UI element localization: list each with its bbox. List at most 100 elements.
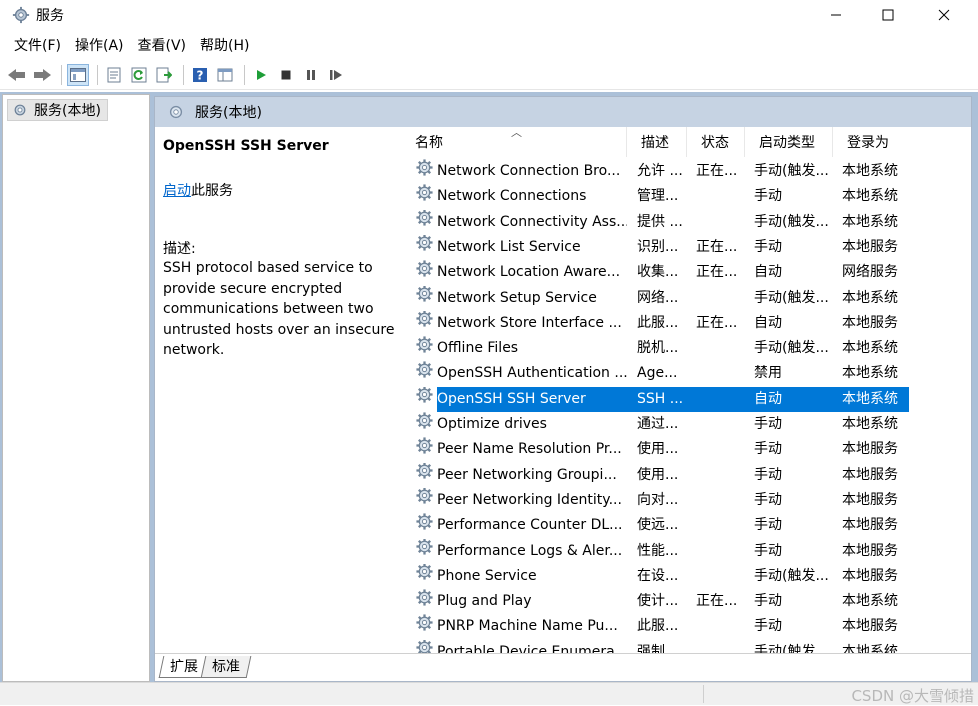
status-bar: CSDN @大雪倾措: [0, 682, 978, 705]
back-arrow-icon[interactable]: [6, 64, 28, 86]
service-row[interactable]: Network Store Interface ... 此服... 正在... 自动 本…: [401, 310, 951, 336]
service-row[interactable]: Optimize drives 通过... 手动 本地系统: [401, 412, 951, 437]
service-row[interactable]: PNRP Machine Name Pu... 此服... 手动 本地服务: [401, 614, 951, 639]
service-row[interactable]: Network Connection Bro... 允许 ... 正在... 手动(触…: [401, 159, 951, 184]
service-row[interactable]: Network Connectivity Ass... 提供 ... 手动(触发..…: [401, 209, 951, 235]
service-startup-cell: 手动: [754, 618, 782, 635]
service-row[interactable]: Network Connections 管理... 手动 本地系统: [401, 184, 951, 209]
service-row[interactable]: Network Setup Service 网络... 手动(触发... 本地系统: [401, 285, 951, 311]
service-logon-cell: 本地系统: [842, 213, 898, 230]
watermark-text: CSDN @大雪倾措: [851, 687, 974, 705]
service-row[interactable]: Portable Device Enumera... 强制... 手动(触发... 本…: [401, 639, 951, 653]
view-tabs: 扩展 标准: [155, 653, 971, 681]
service-row[interactable]: Performance Counter DL... 使远... 手动 本地服务: [401, 513, 951, 538]
service-startup-cell: 自动: [754, 264, 782, 281]
pause-service-icon[interactable]: [300, 64, 322, 86]
service-name-cell: Network Store Interface ...: [415, 310, 627, 336]
service-name-cell: Network Connections: [415, 184, 627, 209]
service-row[interactable]: Network Location Aware... 收集... 正在... 自动 网络服…: [401, 260, 951, 285]
column-header-startup[interactable]: 启动类型: [745, 127, 833, 157]
stop-service-icon[interactable]: [275, 64, 297, 86]
console-tree-icon[interactable]: [67, 63, 89, 86]
service-desc-cell: 此服...: [637, 314, 679, 331]
service-status-cell: [696, 286, 748, 311]
column-header-status[interactable]: 状态: [687, 127, 745, 157]
service-logon-cell: 本地服务: [842, 314, 898, 331]
service-status-cell: [696, 412, 748, 437]
start-service-link[interactable]: 启动: [163, 183, 191, 199]
service-row[interactable]: Performance Logs & Aler... 性能... 手动 本地服务: [401, 538, 951, 564]
service-name-cell: Network List Service: [415, 234, 627, 260]
minimize-button[interactable]: [810, 0, 862, 30]
service-status-cell: [696, 437, 748, 462]
services-list: 名称 ︿ 描述 状态 启动类型 登录为 Network Connection B…: [401, 127, 971, 653]
toolbar-separator: [183, 64, 184, 85]
service-gear-icon: [415, 159, 434, 184]
service-row[interactable]: Network List Service 识别... 正在... 手动 本地服务: [401, 234, 951, 260]
service-name: Network List Service: [437, 238, 581, 255]
service-desc-cell: SSH ...: [637, 390, 684, 407]
service-row[interactable]: Peer Name Resolution Pr... 使用... 手动 本地服务: [401, 437, 951, 462]
column-status-label: 状态: [701, 135, 729, 151]
tree-node-services-local[interactable]: 服务(本地): [7, 99, 108, 121]
gear-icon: [12, 6, 30, 24]
service-logon-cell: 本地服务: [842, 238, 898, 255]
column-header-desc[interactable]: 描述: [627, 127, 687, 157]
service-status-cell: [696, 463, 748, 488]
toolbar-separator: [244, 64, 245, 85]
service-name-cell: Peer Name Resolution Pr...: [415, 437, 627, 462]
service-startup-cell: 手动: [754, 593, 782, 610]
service-name: Optimize drives: [437, 416, 547, 432]
service-status-cell: [696, 184, 748, 209]
service-status-cell: [696, 387, 748, 412]
description-label: 描述:: [163, 241, 196, 257]
service-startup-cell: 手动: [754, 542, 782, 559]
service-gear-icon: [415, 589, 434, 614]
service-gear-icon: [415, 614, 434, 639]
service-logon-cell: 本地服务: [842, 567, 898, 584]
service-row[interactable]: Peer Networking Identity... 向对... 手动 本地服务: [401, 487, 951, 513]
service-row[interactable]: Offline Files 脱机... 手动(触发... 本地系统: [401, 336, 951, 361]
service-desc-cell: 通过...: [637, 416, 679, 432]
menu-help[interactable]: 帮助(H): [194, 35, 255, 55]
service-status-cell: [696, 564, 748, 589]
column-header-name[interactable]: 名称 ︿: [401, 127, 627, 157]
service-gear-icon: [415, 462, 434, 488]
maximize-button[interactable]: [862, 0, 914, 30]
service-name-cell: OpenSSH SSH Server: [415, 386, 627, 412]
column-desc-label: 描述: [641, 135, 669, 151]
service-desc-cell: 网络...: [637, 289, 679, 306]
view-icon[interactable]: [214, 64, 236, 86]
start-service-icon[interactable]: [250, 64, 272, 86]
resume-service-icon[interactable]: [325, 64, 347, 86]
service-name: OpenSSH SSH Server: [437, 390, 586, 407]
properties-icon[interactable]: [103, 64, 125, 86]
service-row[interactable]: OpenSSH SSH Server SSH ... 自动 本地系统: [401, 386, 951, 412]
service-logon-cell: 本地系统: [842, 340, 898, 357]
help-icon[interactable]: ?: [189, 64, 211, 86]
menu-view[interactable]: 查看(V): [132, 35, 193, 55]
service-name: Network Connections: [437, 188, 587, 205]
service-status-cell: [696, 488, 748, 513]
export-list-icon[interactable]: [153, 64, 175, 86]
service-gear-icon: [415, 260, 434, 285]
service-desc-cell: 向对...: [637, 491, 679, 508]
service-status-cell: [696, 539, 748, 564]
service-row[interactable]: OpenSSH Authentication ... Age... 禁用 本地系统: [401, 361, 951, 386]
service-name-cell: Network Setup Service: [415, 285, 627, 311]
refresh-icon[interactable]: [128, 64, 150, 86]
close-button[interactable]: [918, 0, 970, 30]
tab-standard[interactable]: 标准: [200, 656, 252, 678]
menu-file[interactable]: 文件(F): [8, 35, 67, 55]
menu-action[interactable]: 操作(A): [69, 35, 130, 55]
service-logon-cell: 本地服务: [842, 517, 898, 534]
service-gear-icon: [415, 437, 434, 462]
service-name: Peer Networking Groupi...: [437, 466, 617, 483]
service-row[interactable]: Peer Networking Groupi... 使用... 手动 本地服务: [401, 462, 951, 488]
service-name-cell: Peer Networking Identity...: [415, 487, 627, 513]
service-row[interactable]: Phone Service 在设... 手动(触发... 本地服务: [401, 563, 951, 589]
service-row[interactable]: Plug and Play 使计... 正在... 手动 本地系统: [401, 589, 951, 614]
column-header-logon[interactable]: 登录为: [833, 127, 951, 157]
service-name-cell: Optimize drives: [415, 412, 627, 437]
forward-arrow-icon[interactable]: [31, 64, 53, 86]
